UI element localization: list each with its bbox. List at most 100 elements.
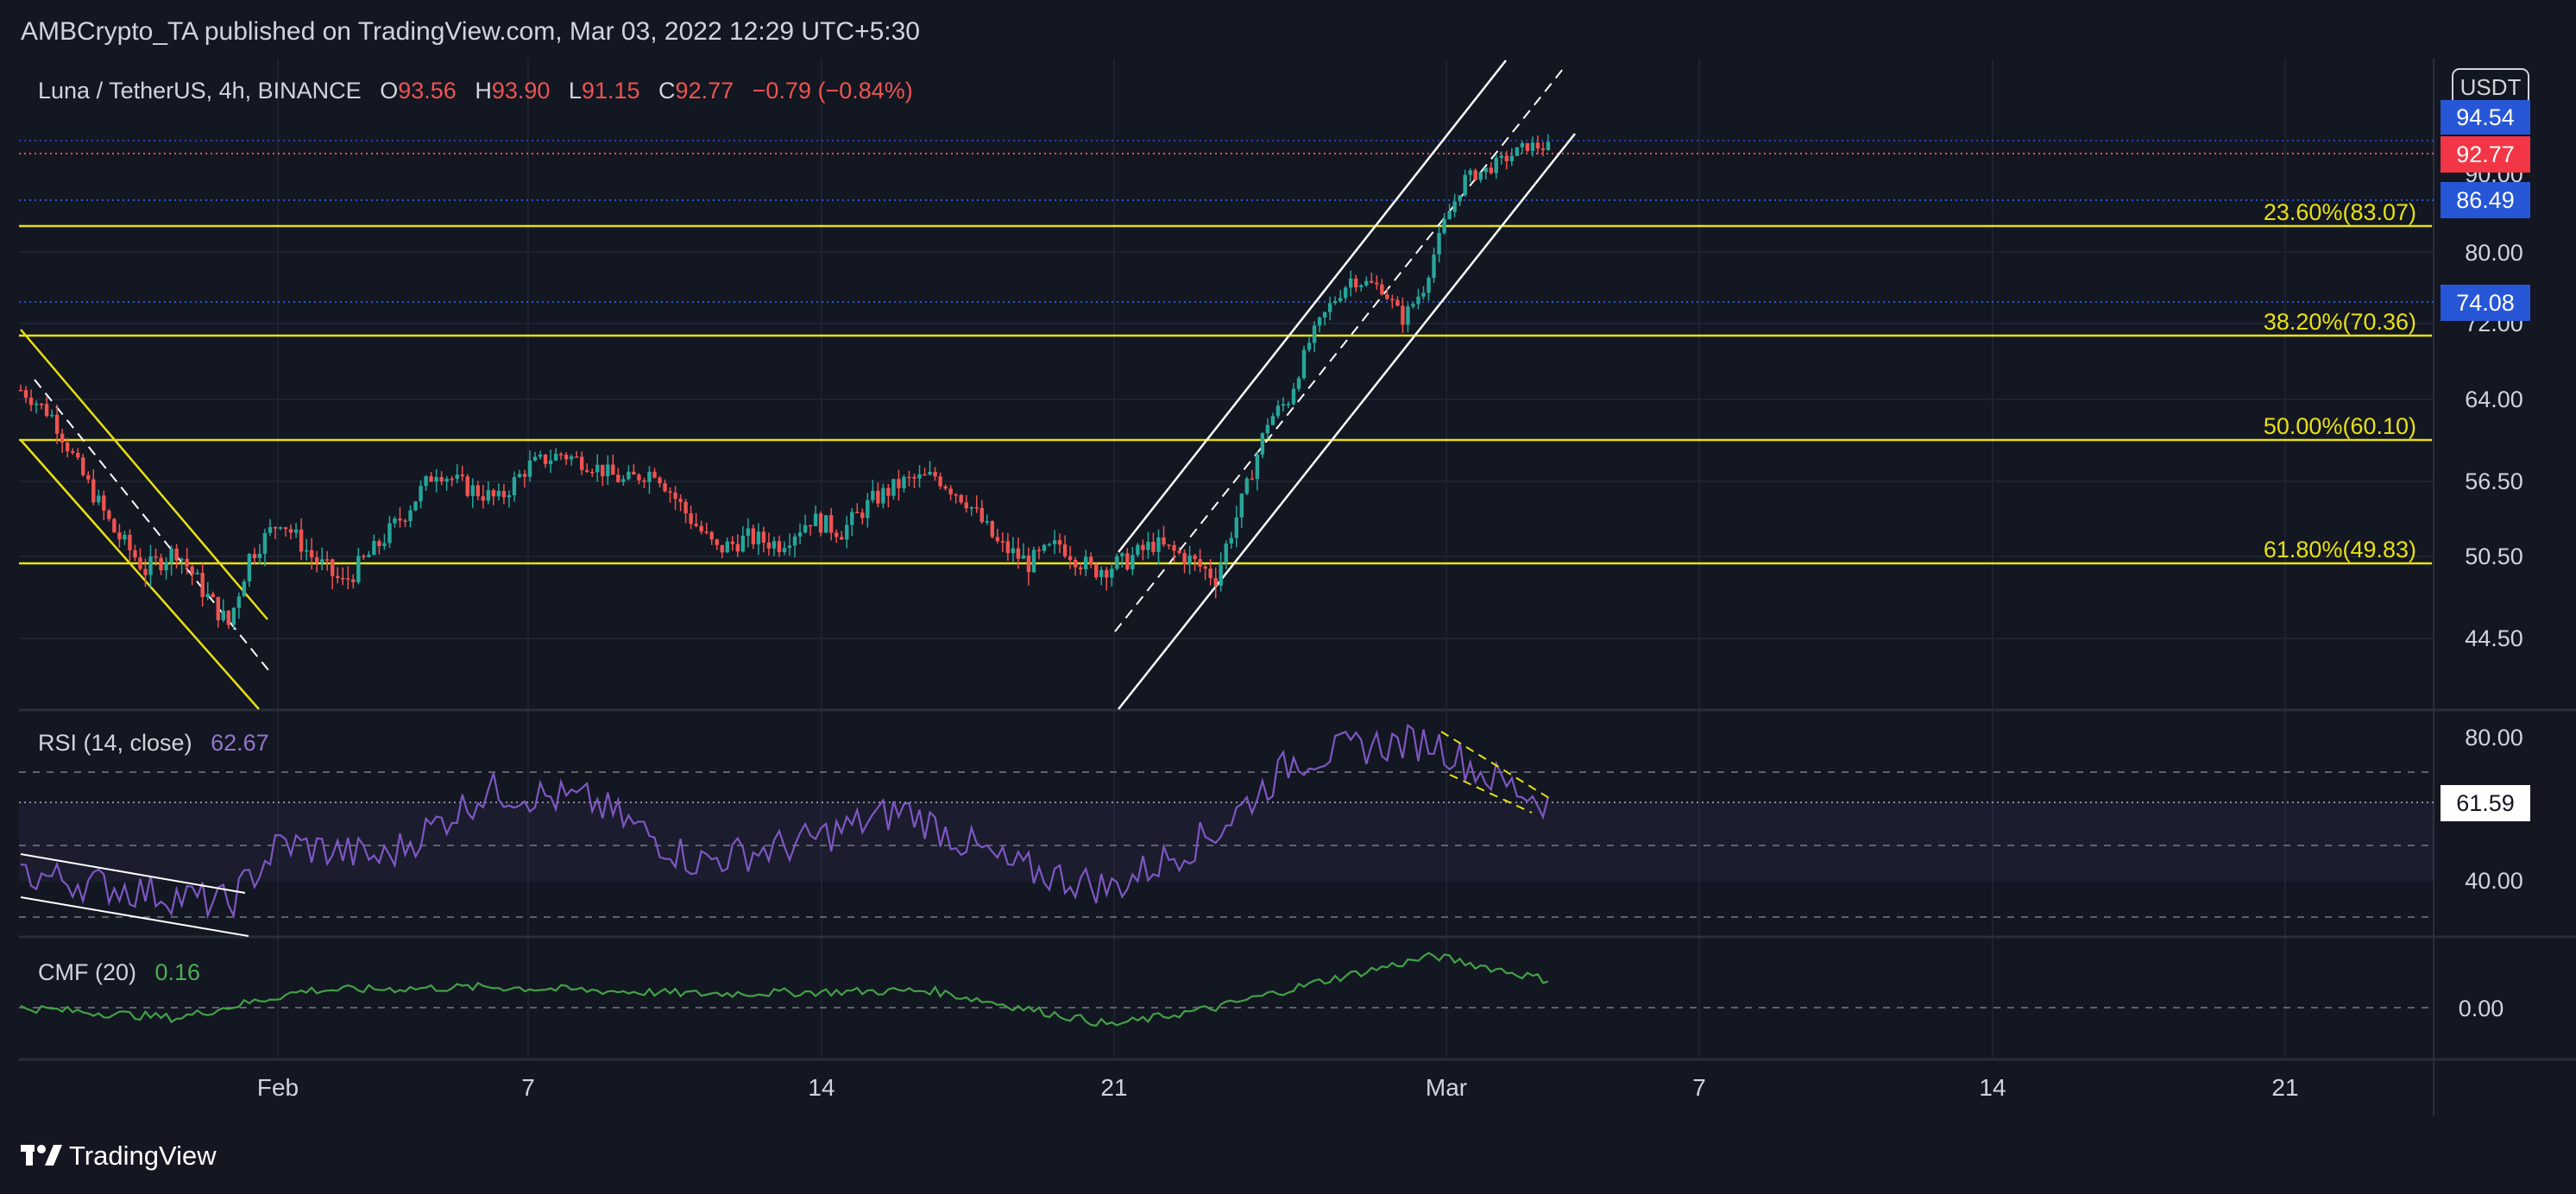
candle-body	[522, 474, 527, 477]
candle-body	[923, 474, 927, 476]
candle-body	[818, 513, 823, 533]
candle-body	[18, 390, 23, 392]
rsi-legend[interactable]: RSI (14, close) 62.67	[38, 730, 269, 756]
candle-body	[1499, 155, 1504, 158]
candle	[465, 474, 469, 498]
candle-body	[881, 487, 885, 504]
candle-body	[1286, 404, 1291, 405]
candle-body	[174, 548, 179, 561]
candle-body	[331, 559, 335, 576]
candle-body	[341, 577, 345, 580]
candle-body	[1219, 562, 1223, 586]
candle-body	[434, 476, 438, 482]
candle-body	[481, 496, 486, 501]
rsi-badge-text: 61.59	[2456, 790, 2515, 816]
cmf-tick-0: 0.00	[2459, 996, 2504, 1021]
candle-body	[959, 494, 963, 503]
rsi-tick-80: 80.00	[2465, 725, 2523, 751]
candle-body	[1473, 170, 1477, 180]
candle-body	[808, 525, 813, 527]
price-tick-80: 80.00	[2465, 240, 2523, 266]
cmf-legend[interactable]: CMF (20) 0.16	[38, 959, 200, 985]
candle-body	[1146, 542, 1150, 550]
candle-body	[393, 518, 397, 524]
candle-body	[590, 471, 595, 474]
candle-body	[1099, 569, 1104, 578]
candle-body	[835, 532, 839, 537]
candle-body	[855, 512, 860, 513]
candle-body	[569, 456, 574, 460]
candle-body	[39, 403, 44, 405]
candle-body	[663, 483, 667, 492]
candle-body	[1213, 578, 1218, 586]
candle-body	[553, 454, 558, 461]
rsi-value: 62.67	[211, 730, 269, 756]
candle-body	[1131, 555, 1135, 569]
candle-body	[81, 457, 85, 475]
candle-body	[1327, 303, 1332, 312]
rsi-band	[19, 802, 2434, 882]
candle-body	[1255, 454, 1260, 480]
candle-body	[1427, 278, 1431, 293]
candle-body	[372, 541, 376, 556]
candle-body	[787, 545, 792, 549]
candle-body	[429, 476, 433, 482]
candle-body	[1332, 300, 1338, 304]
candle-body	[637, 474, 641, 481]
candle-body	[580, 456, 584, 470]
candle-body	[1083, 556, 1088, 569]
candle-body	[1172, 544, 1176, 551]
candle-body	[974, 506, 979, 509]
badge-94-text: 94.54	[2456, 104, 2515, 130]
candle-body	[668, 491, 672, 493]
time-tick-feb: Feb	[257, 1074, 299, 1101]
candle-body	[1401, 305, 1405, 325]
candle	[1094, 562, 1099, 580]
candle-body	[979, 507, 984, 523]
candle-body	[1359, 285, 1364, 288]
candle-body	[1546, 141, 1551, 150]
candle-body	[907, 476, 911, 479]
candle-body	[1338, 298, 1343, 301]
candle-body	[325, 559, 330, 561]
badge-last-price-text: 92.77	[2456, 141, 2515, 167]
candle-body	[740, 536, 746, 552]
candle-body	[1296, 378, 1301, 389]
candle-body	[1073, 560, 1078, 568]
candle-body	[1349, 278, 1353, 288]
candle-body	[840, 537, 844, 540]
candle-body	[1005, 541, 1011, 554]
time-tick-mar14: 14	[1979, 1074, 2006, 1101]
candle-body	[507, 494, 512, 498]
fib-label-38: 38.20%(70.36)	[2264, 309, 2416, 335]
candle	[1525, 142, 1530, 153]
candle-body	[1395, 299, 1400, 306]
candle-body	[1270, 416, 1275, 425]
open-value: 93.56	[398, 78, 457, 104]
chart-canvas[interactable]: 23.60%(83.07) 38.20%(70.36) 50.00%(60.10…	[0, 0, 2576, 1194]
candle-body	[470, 485, 475, 496]
candle-body	[336, 575, 340, 578]
candle-body	[689, 513, 693, 525]
candle-body	[242, 581, 247, 597]
candle-body	[112, 518, 117, 533]
candle-body	[34, 403, 39, 405]
candle-body	[777, 541, 782, 552]
candle-body	[969, 506, 973, 509]
candle-body	[91, 479, 96, 503]
candle-body	[346, 578, 350, 580]
candle-body	[1478, 172, 1483, 180]
candle-body	[1509, 155, 1515, 161]
candle-body	[226, 610, 231, 625]
candle-body	[148, 556, 153, 575]
symbol-legend[interactable]: Luna / TetherUS, 4h, BINANCE O93.56 H93.…	[38, 78, 913, 104]
tradingview-logo-text: TradingView	[69, 1141, 217, 1171]
candle-body	[1354, 278, 1358, 288]
candle-body	[133, 550, 137, 558]
candle-body	[756, 531, 761, 544]
candle-body	[455, 474, 459, 479]
candle-body	[632, 471, 636, 475]
candle-body	[1275, 405, 1281, 417]
candle-body	[1380, 284, 1384, 295]
candle-body	[548, 460, 553, 464]
